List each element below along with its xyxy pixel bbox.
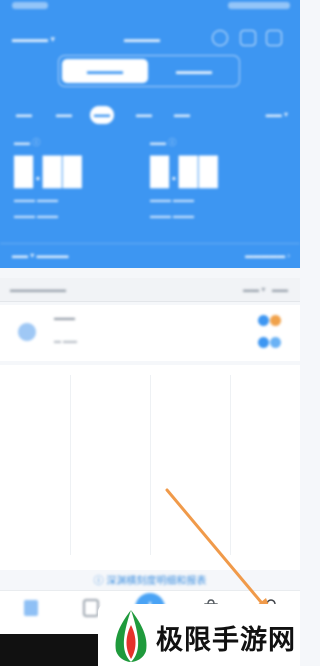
tab-second[interactable]: ▬▬▬▬ <box>152 59 236 83</box>
list-item-title: ▬▬▬ <box>54 315 75 322</box>
home-icon <box>24 600 38 616</box>
stat-left-sub: ▬▬▬ ▬▬▬ <box>14 197 58 204</box>
nav-home[interactable] <box>20 597 42 619</box>
filter-dropdown[interactable]: ▬▬ ▾ ▬▬▬▬ <box>12 251 68 260</box>
status-dot <box>270 315 281 326</box>
header-panel: ▬▬▬▬ ▾ ▬▬▬▬ ▬▬▬▬ ▬▬▬▬ ▬▬ ▬▬ ▬▬ ▬▬ ▬▬ ▬▬ … <box>0 0 300 268</box>
stat-right-sub: ▬▬▬ ▬▬▬ <box>150 213 194 220</box>
calendar-icon[interactable] <box>240 30 256 46</box>
watermark-text: 极限手游网 <box>156 625 296 655</box>
period-option-active[interactable]: ▬▬ <box>90 106 114 124</box>
stat-left: ▬▬ ⓘ █.██ ▬▬▬ ▬▬▬ ▬▬▬ ▬▬▬ <box>14 137 83 220</box>
list-item-sub: ▬ ▬▬ <box>54 338 77 345</box>
avatar <box>18 323 36 341</box>
stat-right-label: ▬▬ ⓘ <box>150 138 177 147</box>
period-selector: ▬▬ ▬▬ ▬▬ ▬▬ ▬▬ ▬▬ ▾ <box>0 106 300 126</box>
grid-line <box>150 375 151 555</box>
grid-line <box>230 375 231 555</box>
filter-more[interactable]: ▬▬▬▬▬ › <box>245 251 290 260</box>
stat-left-value: █.██ <box>14 156 83 186</box>
stat-right: ▬▬ ⓘ █.██ ▬▬▬ ▬▬▬ ▬▬▬ ▬▬▬ <box>150 137 219 220</box>
tab-first[interactable]: ▬▬▬▬ <box>62 59 148 83</box>
grid-line <box>70 375 71 555</box>
watermark: 极限手游网 <box>98 604 300 666</box>
watermark-logo-icon <box>115 610 147 662</box>
period-option[interactable]: ▬▬ <box>12 106 36 124</box>
list-header: ▬▬▬▬▬▬▬ ▬▬ ▾ ▬▬ <box>0 278 300 302</box>
status-time <box>12 2 48 9</box>
period-more-dropdown[interactable]: ▬▬ ▾ <box>266 106 288 124</box>
period-option[interactable]: ▬▬ <box>52 106 76 124</box>
account-name[interactable]: ▬▬▬▬ ▾ <box>12 34 55 45</box>
footer-link-text: ⓘ 深渊横刻度明细和报表 <box>93 576 207 587</box>
list-header-left: ▬▬▬▬▬▬▬ <box>10 285 66 294</box>
footer-report-link[interactable]: ⓘ 深渊横刻度明细和报表 <box>0 572 300 588</box>
list-header-right[interactable]: ▬▬ ▾ ▬▬ <box>243 285 288 294</box>
status-dot <box>258 337 269 348</box>
status-dot <box>270 337 281 348</box>
period-option[interactable]: ▬▬ <box>132 106 156 124</box>
header-filter-bar: ▬▬ ▾ ▬▬▬▬ ▬▬▬▬▬ › <box>0 243 300 267</box>
list-item[interactable]: ▬▬▬ ▬ ▬▬ <box>0 305 300 361</box>
status-bar <box>0 0 300 14</box>
status-dot <box>258 315 269 326</box>
menu-icon[interactable] <box>266 30 282 46</box>
stat-right-sub: ▬▬▬ ▬▬▬ <box>150 197 194 204</box>
search-icon[interactable] <box>212 30 228 46</box>
stat-left-sub: ▬▬▬ ▬▬▬ <box>14 213 58 220</box>
content-area <box>0 365 300 570</box>
status-icons <box>228 2 290 9</box>
period-option[interactable]: ▬▬ <box>170 106 194 124</box>
tab-group: ▬▬▬▬ ▬▬▬▬ <box>58 55 240 87</box>
stat-left-label: ▬▬ ⓘ <box>14 138 41 147</box>
stat-right-value: █.██ <box>150 156 219 186</box>
page-title: ▬▬▬▬ <box>124 34 160 44</box>
